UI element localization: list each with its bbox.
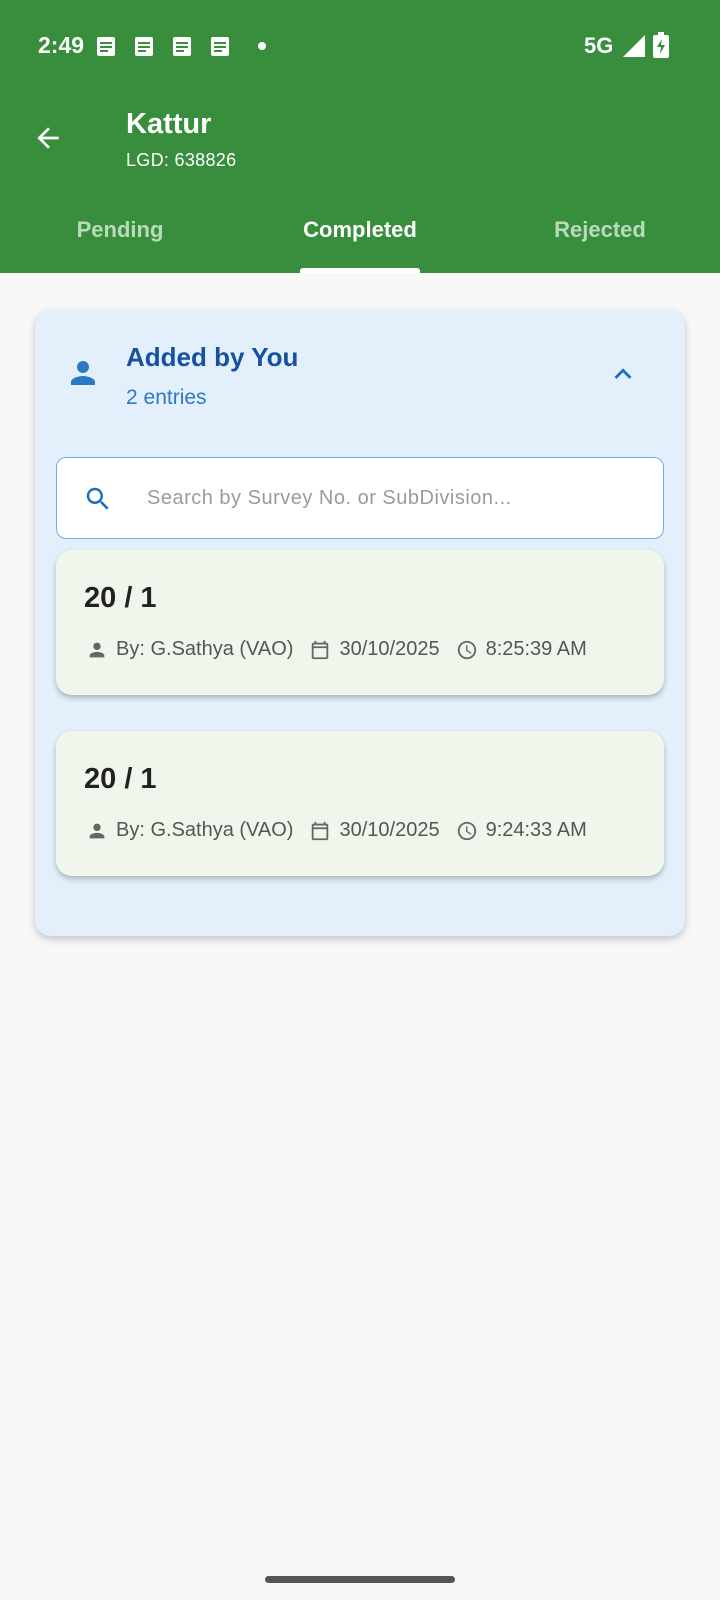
clock-icon [457,821,476,840]
note-icon [173,37,191,56]
search-input[interactable] [147,478,647,518]
entry-title: 20 / 1 [84,763,157,795]
entry-card[interactable]: 20 / 1 By: G.Sathya (VAO) 30/10/2025 8:2… [56,550,664,695]
panel-title: Added by You [126,342,299,372]
home-indicator[interactable] [265,1576,455,1583]
entry-time: 8:25:39 AM [485,638,587,660]
network-type: 5G [584,33,614,58]
app-bar: 2:49 5G Kattur LGD: 638826 Pending Compl… [0,0,720,273]
tab-rejected[interactable]: Rejected [480,200,720,260]
entry-date: 30/10/2025 [339,638,440,660]
tab-completed[interactable]: Completed [240,200,480,260]
search-box [56,457,664,539]
tab-indicator [300,268,420,273]
calendar-icon [312,821,329,840]
entry-author: By: G.Sathya (VAO) [116,819,294,841]
calendar-icon [312,640,329,659]
added-by-you-panel: Added by You 2 entries 20 / 1 By: G.Sath… [35,310,685,936]
note-icon [97,37,115,56]
battery-charging-icon [653,32,669,58]
chevron-up-icon [614,368,632,379]
entry-author: By: G.Sathya (VAO) [116,638,294,660]
collapse-button[interactable] [603,354,643,394]
page-title: Kattur [126,108,212,140]
note-icon [135,37,153,56]
note-icon [211,37,229,56]
signal-icon [623,35,645,57]
page-subtitle: LGD: 638826 [126,150,237,170]
back-button[interactable] [28,118,68,158]
entries-count: 2 entries [126,386,207,409]
person-icon [71,361,95,385]
status-bar: 2:49 5G [0,0,720,90]
entry-card[interactable]: 20 / 1 By: G.Sathya (VAO) 30/10/2025 9:2… [56,731,664,876]
person-icon [89,642,105,657]
more-notifications-dot [258,42,266,50]
entry-date: 30/10/2025 [339,819,440,841]
tab-pending[interactable]: Pending [0,200,240,260]
arrow-back-icon [37,127,59,149]
entry-title: 20 / 1 [84,582,157,614]
clock-icon [457,640,476,659]
person-icon [89,823,105,838]
entry-time: 9:24:33 AM [485,819,587,841]
entry-meta: By: G.Sathya (VAO) 30/10/2025 8:25:39 AM [86,638,587,661]
status-time: 2:49 [38,32,85,58]
tab-bar: Pending Completed Rejected [0,200,720,273]
search-icon [86,487,109,510]
entry-meta: By: G.Sathya (VAO) 30/10/2025 9:24:33 AM [86,819,587,842]
